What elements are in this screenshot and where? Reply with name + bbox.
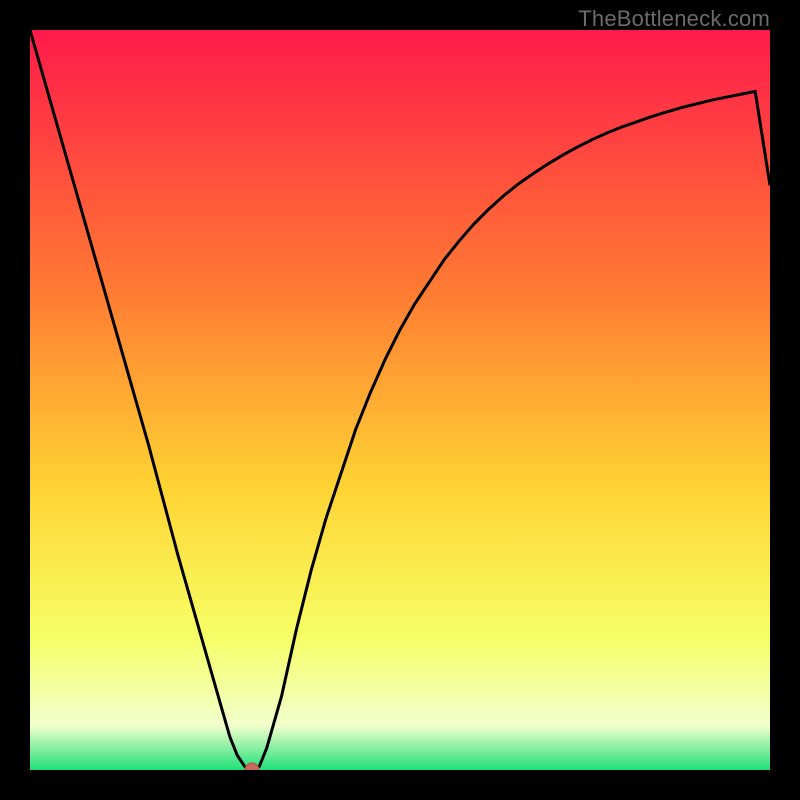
gradient-bg bbox=[30, 30, 770, 770]
attribution-text: TheBottleneck.com bbox=[578, 6, 770, 32]
chart-frame: TheBottleneck.com bbox=[0, 0, 800, 800]
plot-area bbox=[30, 30, 770, 770]
